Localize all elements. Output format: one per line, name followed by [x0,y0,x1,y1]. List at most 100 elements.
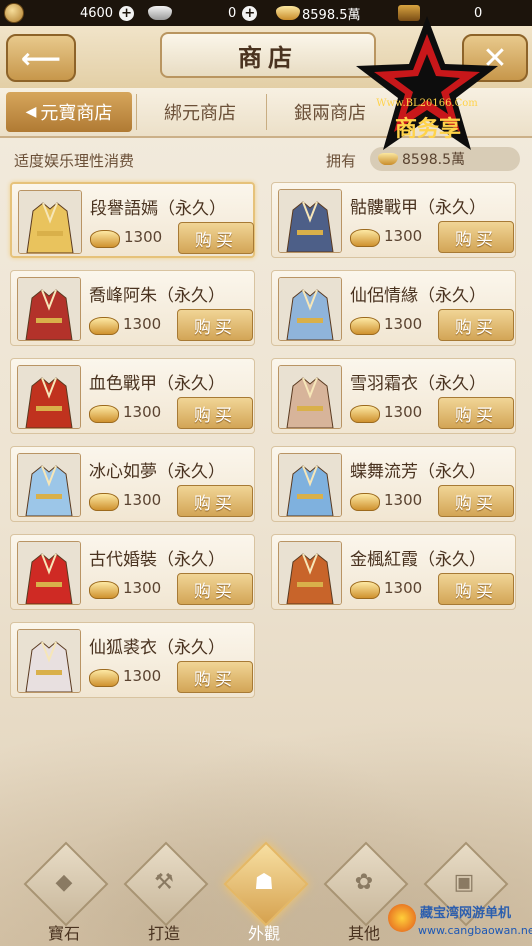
gold-ingot-icon [89,581,119,599]
flower-icon: ✿ [354,869,374,895]
item-card[interactable]: 仙狐裘衣（永久） 1300 购买 [10,622,255,698]
tab-label: 元寶商店 [40,103,113,124]
watermark-star-logo: Www.BL20166.Com 商务享 [356,16,498,150]
outfit-thumbnail [17,277,81,341]
tab-bound-yuan-shop[interactable]: 綁元商店 [138,92,262,132]
item-card[interactable]: 血色戰甲（永久） 1300 购买 [10,358,255,434]
nav-item[interactable]: ☗ 外觀 [223,841,309,943]
item-card[interactable]: 金楓紅霞（永久） 1300 购买 [271,534,516,610]
coin-icon [4,3,24,23]
nav-label: 寶石 [47,924,80,943]
anvil-icon: ⚒ [154,869,174,895]
nav-label: 外觀 [247,924,280,943]
buy-button[interactable]: 购买 [438,221,514,253]
buy-button[interactable]: 购买 [177,485,253,517]
gold-ingot-icon [276,6,300,20]
buy-button[interactable]: 购买 [178,222,254,254]
tab-yuanbao-shop[interactable]: ◀ 元寶商店 [6,92,132,132]
item-card[interactable]: 喬峰阿朱（永久） 1300 购买 [10,270,255,346]
item-price: 1300 [384,491,423,509]
tab-label: 綁元商店 [164,103,236,124]
item-price: 1300 [123,491,162,509]
item-card[interactable]: 冰心如夢（永久） 1300 购买 [10,446,255,522]
gold-ingot-icon [350,317,380,335]
item-name: 喬峰阿朱（永久） [89,286,225,306]
coin-value: 4600 [79,5,114,21]
gold-ingot-icon [90,230,120,248]
nav-label: 打造 [147,924,180,943]
gold-ingot-icon [89,405,119,423]
buy-button[interactable]: 购买 [438,397,514,429]
tab-divider [136,94,137,130]
gold-ingot-icon [89,317,119,335]
item-price: 1300 [384,227,423,245]
watermark-flame-icon [388,904,416,932]
silver-plus-button[interactable]: + [242,5,258,21]
item-name: 蝶舞流芳（永久） [350,462,486,482]
back-button[interactable]: ⟵ [6,34,76,82]
gold-ingot-icon [89,493,119,511]
gold-ingot-icon [350,493,380,511]
item-card[interactable]: 骷髏戰甲（永久） 1300 购买 [271,182,516,258]
outfit-thumbnail [17,365,81,429]
gold-ingot-icon [350,405,380,423]
item-name: 血色戰甲（永久） [89,374,225,394]
back-arrow-icon: ⟵ [20,41,62,75]
item-name: 仙狐裘衣（永久） [89,638,225,658]
item-name: 雪羽霜衣（永久） [350,374,486,394]
moderation-notice: 适度娱乐理性消费 [14,152,135,170]
item-price: 1300 [384,315,423,333]
watermark-bottom: 藏宝湾网游单机 www.cangbaowan.net [388,900,532,944]
item-name: 骷髏戰甲（永久） [350,198,486,218]
watermark-site: Www.BL20166.Com [376,98,478,109]
item-price: 1300 [124,228,163,246]
outfit-thumbnail [17,629,81,693]
tab-arrow-icon: ◀ [25,104,37,120]
item-card[interactable]: 雪羽霜衣（永久） 1300 购买 [271,358,516,434]
nav-item[interactable]: ⚒ 打造 [123,841,209,943]
item-price: 1300 [384,579,423,597]
buy-button[interactable]: 购买 [438,309,514,341]
coin-resource: 4600 + [4,0,134,26]
gold-ingot-icon [89,669,119,687]
item-price: 1300 [123,315,162,333]
outfit-thumbnail [278,541,342,605]
outfit-thumbnail [17,453,81,517]
mask-icon: ☗ [254,869,274,895]
item-price: 1300 [123,403,162,421]
buy-button[interactable]: 购买 [177,573,253,605]
buy-button[interactable]: 购买 [177,309,253,341]
gem-icon: ◆ [55,869,73,895]
nav-item[interactable]: ◆ 寶石 [23,841,109,943]
page-title: 商店 [160,32,376,78]
silver-resource: 0 + [148,0,260,26]
bag-icon: ▣ [453,869,475,895]
item-card[interactable]: 仙侶情緣（永久） 1300 购买 [271,270,516,346]
coin-plus-button[interactable]: + [119,5,134,21]
item-name: 仙侶情緣（永久） [350,286,486,306]
outfit-thumbnail [278,189,342,253]
outfit-thumbnail [18,190,82,254]
buy-button[interactable]: 购买 [438,485,514,517]
item-name: 段譽語嫣（永久） [90,199,226,219]
tab-divider [266,94,267,130]
item-price: 1300 [123,667,162,685]
silver-ingot-icon [148,6,172,20]
outfit-thumbnail [278,277,342,341]
buy-button[interactable]: 购买 [177,397,253,429]
item-name: 古代婚裝（永久） [89,550,225,570]
outfit-thumbnail [278,453,342,517]
item-card[interactable]: 古代婚裝（永久） 1300 购买 [10,534,255,610]
watermark-bottom-url: www.cangbaowan.net [418,924,532,937]
silver-value: 0 [228,5,237,21]
watermark-text: 商务享 [395,116,461,142]
outfit-thumbnail [278,365,342,429]
item-name: 金楓紅霞（永久） [350,550,486,570]
item-card[interactable]: 蝶舞流芳（永久） 1300 购买 [271,446,516,522]
item-name: 冰心如夢（永久） [89,462,225,482]
item-card[interactable]: 段譽語嫣（永久） 1300 购买 [10,182,255,258]
gold-ingot-icon [350,229,380,247]
buy-button[interactable]: 购买 [177,661,253,693]
item-price: 1300 [123,579,162,597]
buy-button[interactable]: 购买 [438,573,514,605]
